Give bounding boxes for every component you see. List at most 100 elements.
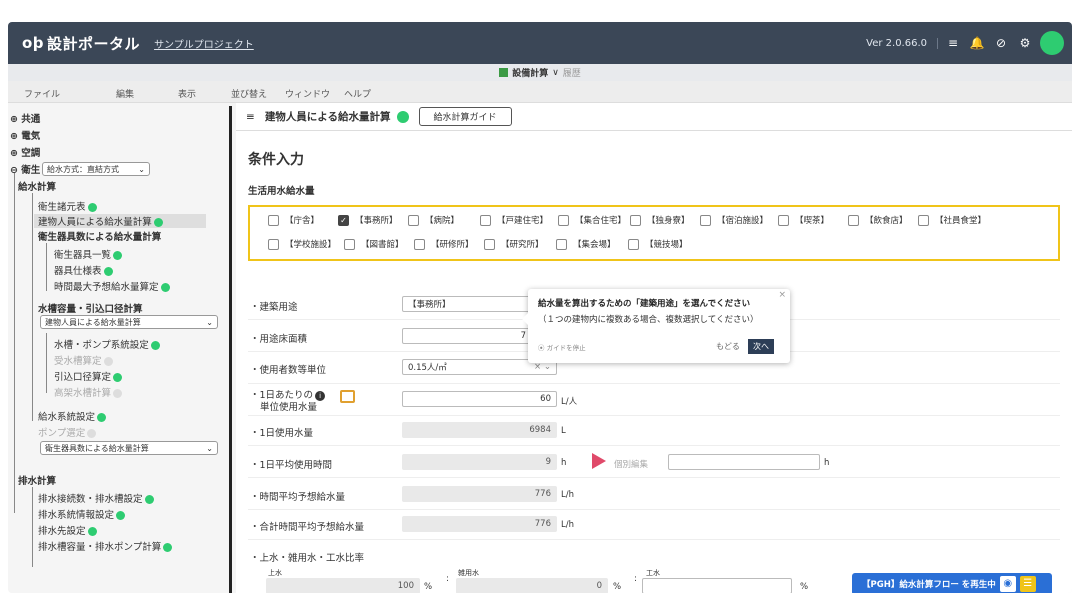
minus-circle-icon: ⊖: [10, 165, 22, 176]
play-arrow-icon[interactable]: [592, 453, 606, 469]
sidebar-item-inlet-diameter[interactable]: 引込口径算定: [54, 369, 123, 383]
pump-source-select[interactable]: 衛生器具数による給水量計算 ⌄: [40, 441, 218, 455]
use-checkbox[interactable]: 【学校施設】: [268, 238, 336, 250]
module-title[interactable]: 設備計算: [512, 66, 548, 79]
sidebar-item-water-calc[interactable]: 給水計算: [18, 179, 56, 193]
panel-splitter[interactable]: [229, 106, 232, 593]
bell-icon[interactable]: 🔔: [968, 36, 986, 50]
ratio-misc-label: 雑用水: [458, 569, 479, 577]
use-checkbox[interactable]: 【集合住宅】: [558, 214, 626, 226]
tank-source-select[interactable]: 建物人員による給水量計算 ⌄: [40, 315, 218, 329]
list-icon[interactable]: ≡: [246, 111, 255, 123]
next-button[interactable]: 次へ: [748, 339, 774, 354]
building-use-field[interactable]: 【事務所】: [402, 296, 532, 312]
sidebar-item-electric[interactable]: ⊕ 電気: [10, 128, 40, 142]
daily-unit-input[interactable]: 60: [402, 391, 557, 407]
stop-guide-link[interactable]: ⦿ ガイドを停止: [538, 342, 586, 352]
menu-view[interactable]: 表示: [178, 87, 196, 100]
subsection-title: 生活用水給水量: [248, 186, 315, 197]
ratio-ind-input[interactable]: [642, 578, 792, 593]
use-checkbox[interactable]: 【社員食堂】: [918, 214, 986, 226]
sidebar-item-drain-tank[interactable]: 排水槽容量・排水ポンプ計算: [38, 539, 173, 553]
section-title: 条件入力: [248, 152, 304, 168]
total-peak-value: 776: [402, 516, 557, 532]
list-icon[interactable]: ☰: [1019, 576, 1036, 592]
chevron-down-icon[interactable]: ∨: [552, 68, 559, 78]
sidebar-item-pump-select[interactable]: ポンプ選定: [38, 425, 97, 439]
occupant-unit-label: ・使用者数等単位: [250, 365, 327, 376]
app-logo[interactable]: oþ 設計ポータル: [8, 33, 140, 54]
record-icon[interactable]: ◉: [999, 576, 1016, 592]
gear-icon[interactable]: ⚙: [1016, 36, 1034, 50]
sidebar-item-tank-pump[interactable]: 水槽・ポンプ系統設定: [54, 337, 160, 351]
close-icon[interactable]: ×: [778, 290, 786, 300]
back-button[interactable]: もどる: [716, 341, 740, 352]
project-link[interactable]: サンプルプロジェクト: [154, 36, 254, 51]
sidebar-item-by-people[interactable]: 建物人員による給水量計算: [34, 214, 206, 228]
hamburger-menu-icon[interactable]: ≡: [944, 36, 962, 50]
use-checkbox[interactable]: 【図書館】: [344, 238, 404, 250]
menu-help[interactable]: ヘルプ: [344, 87, 371, 100]
sidebar-item-tank-calc[interactable]: 水槽容量・引込口径計算: [38, 301, 143, 315]
use-checkbox[interactable]: 【戸建住宅】: [480, 214, 548, 226]
sidebar-item-supply-system[interactable]: 給水系統設定: [38, 409, 107, 423]
use-checkbox[interactable]: 【庁舎】: [268, 214, 319, 226]
sidebar-item-drain-calc[interactable]: 排水計算: [18, 473, 56, 487]
avg-hours-label: ・1日平均使用時間: [250, 460, 333, 471]
checkbox-icon: [630, 214, 641, 226]
menu-sort[interactable]: 並び替え: [231, 87, 267, 100]
menu-bar: ファイル 編集 表示 並び替え ウィンドウ ヘルプ: [8, 81, 1072, 103]
guide-button[interactable]: 給水計算ガイド: [418, 107, 512, 126]
menu-edit[interactable]: 編集: [116, 87, 134, 100]
history-link[interactable]: 履歴: [563, 66, 581, 79]
sidebar-item-elevated-tank[interactable]: 高架水槽計算: [54, 385, 123, 399]
avg-hours-value: 9: [402, 454, 557, 470]
use-checkbox[interactable]: 【研究所】: [484, 238, 544, 250]
check-circle-icon: [87, 527, 97, 536]
sidebar-item-by-fixtures[interactable]: 衛生器具数による給水量計算: [38, 229, 161, 243]
use-checkbox[interactable]: 【集会場】: [556, 238, 616, 250]
use-checkbox[interactable]: 【宿泊施設】: [700, 214, 768, 226]
sidebar-item-common[interactable]: ⊕ 共通: [10, 111, 40, 125]
use-checkbox[interactable]: 【病院】: [408, 214, 459, 226]
sidebar-item-fixture-spec[interactable]: 器具仕様表: [54, 263, 113, 277]
help-icon[interactable]: ⊘: [992, 36, 1010, 50]
floor-area-input[interactable]: 7: [402, 328, 532, 344]
building-use-checklist: 【庁舎】 ✓ 【事務所】 【病院】 【戸建住宅】 【集合住宅】 【独身寮】 【宿泊…: [248, 205, 1060, 261]
daily-use-label: ・1日使用水量: [250, 428, 314, 439]
checkbox-icon: [556, 238, 567, 250]
page-title: 建物人員による給水量計算: [264, 111, 391, 123]
daily-unit-label-2: 単位使用水量: [260, 402, 318, 413]
book-icon[interactable]: [340, 390, 355, 403]
use-checkbox[interactable]: ✓ 【事務所】: [338, 214, 398, 226]
sidebar-item-fixture-elements[interactable]: 衛生諸元表: [38, 199, 97, 213]
use-checkbox[interactable]: 【喫茶】: [778, 214, 829, 226]
menu-window[interactable]: ウィンドウ: [285, 87, 330, 100]
ratio-misc-unit: %: [613, 582, 622, 592]
menu-file[interactable]: ファイル: [24, 87, 60, 100]
clear-chevron-icon[interactable]: × ⌄: [534, 362, 551, 372]
check-circle-icon: [116, 511, 126, 520]
sidebar-item-drain-destination[interactable]: 排水先設定: [38, 523, 97, 537]
sidebar-item-fixture-list[interactable]: 衛生器具一覧: [54, 247, 123, 261]
hourly-peak-label: ・時間平均予想給水量: [250, 492, 346, 503]
use-checkbox[interactable]: 【研修所】: [414, 238, 474, 250]
individual-hours-input[interactable]: [668, 454, 820, 470]
sidebar-item-aircon[interactable]: ⊕ 空調: [10, 145, 40, 159]
circle-icon: [113, 389, 123, 398]
sidebar-item-drain-connect[interactable]: 排水接続数・排水槽設定: [38, 491, 154, 505]
use-checkbox[interactable]: 【独身寮】: [630, 214, 690, 226]
flow-playback-banner[interactable]: 【PGH】給水計算フロー を再生中 ◉ ☰: [852, 573, 1052, 593]
ratio-ind-label: 工水: [646, 569, 660, 577]
sidebar-item-tank-required[interactable]: 受水槽算定: [54, 353, 113, 367]
check-circle-icon: [153, 218, 163, 227]
avatar[interactable]: [1040, 31, 1064, 55]
sidebar-item-peak-time[interactable]: 時間最大予想給水量算定: [54, 279, 170, 293]
logo-mark: oþ: [22, 34, 45, 52]
use-checkbox[interactable]: 【飲食店】: [848, 214, 908, 226]
sidebar-item-drain-system[interactable]: 排水系統情報設定: [38, 507, 126, 521]
use-checkbox[interactable]: 【競技場】: [628, 238, 688, 250]
hourly-peak-unit: L/h: [561, 490, 574, 500]
supply-method-select[interactable]: 給水方式：直結方式 ⌄: [42, 162, 150, 176]
hourly-peak-value: 776: [402, 486, 557, 502]
